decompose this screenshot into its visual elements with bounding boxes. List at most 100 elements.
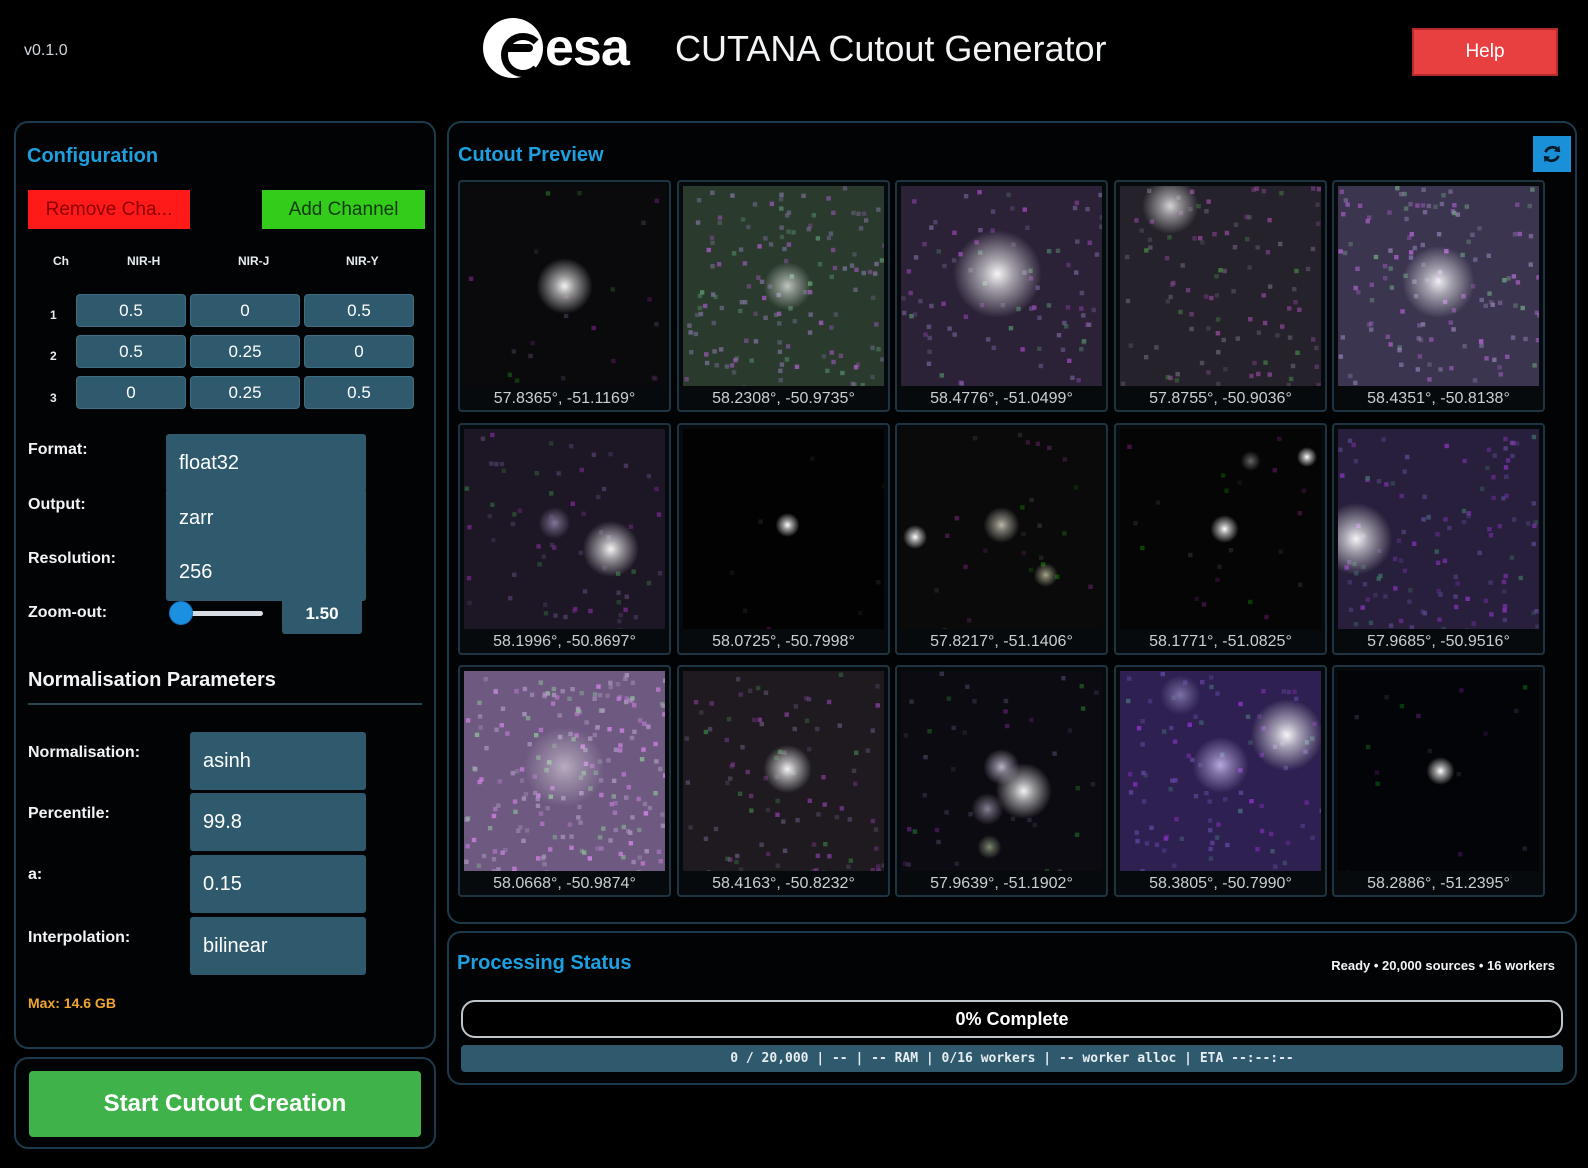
cutout-image [464, 671, 665, 871]
cutout-coordinates: 58.1771°, -51.0825° [1149, 633, 1292, 650]
cutout-coordinates: 58.1996°, -50.8697° [493, 633, 636, 650]
cutout-image [901, 186, 1102, 386]
cutout-image [901, 671, 1102, 871]
app-title: CUTANA Cutout Generator [675, 28, 1107, 69]
output-select[interactable]: zarr [166, 489, 366, 547]
cutout-thumbnail[interactable]: 58.4163°, -50.8232° [677, 665, 890, 897]
cutout-preview-panel: Cutout Preview 57.8365°, -51.1169° 58.230… [447, 121, 1577, 924]
zoom-out-slider-thumb[interactable] [169, 601, 193, 625]
add-channel-button[interactable]: Add Channel [262, 190, 425, 229]
weight-input[interactable]: 0 [76, 376, 186, 409]
cutout-coordinates: 58.4163°, -50.8232° [712, 875, 855, 892]
cutout-coordinates: 57.9685°, -50.9516° [1367, 633, 1510, 650]
interpolation-label: Interpolation: [28, 929, 131, 946]
cutout-coordinates: 58.3805°, -50.7990° [1149, 875, 1292, 892]
cutout-thumbnail[interactable]: 58.4776°, -51.0499° [895, 180, 1108, 412]
processing-stats: 0 / 20,000 | -- | -- RAM | 0/16 workers … [461, 1045, 1563, 1072]
cutout-image [1120, 186, 1321, 386]
weight-input[interactable]: 0.5 [304, 376, 414, 409]
cutout-thumbnail[interactable]: 58.2308°, -50.9735° [677, 180, 890, 412]
interpolation-select[interactable]: bilinear [190, 917, 366, 975]
cutout-coordinates: 58.2886°, -51.2395° [1367, 875, 1510, 892]
remove-channel-button[interactable]: Remove Cha... [28, 190, 190, 229]
cutout-thumbnail[interactable]: 58.0725°, -50.7998° [677, 423, 890, 655]
cutout-thumbnail[interactable]: 58.2886°, -51.2395° [1332, 665, 1545, 897]
cutout-coordinates: 57.8755°, -50.9036° [1149, 390, 1292, 407]
matrix-header-ch: Ch [53, 254, 69, 268]
refresh-icon [1543, 145, 1561, 163]
cutout-image [1120, 429, 1321, 629]
weight-input[interactable]: 0 [190, 294, 300, 327]
processing-status-title: Processing Status [457, 952, 632, 974]
matrix-header-nir-j: NIR-J [238, 254, 270, 268]
a-label: a: [28, 866, 43, 883]
cutout-image [464, 429, 665, 629]
cutout-thumbnail[interactable]: 57.8217°, -51.1406° [895, 423, 1108, 655]
percentile-input[interactable]: 99.8 [190, 793, 366, 851]
cutout-thumbnail[interactable]: 58.4351°, -50.8138° [1332, 180, 1545, 412]
cutout-coordinates: 58.0668°, -50.9874° [493, 875, 636, 892]
cutout-coordinates: 57.8365°, -51.1169° [493, 390, 636, 407]
start-panel: Start Cutout Creation [14, 1057, 436, 1149]
cutout-thumbnail[interactable]: 58.0668°, -50.9874° [458, 665, 671, 897]
cutout-thumbnail[interactable]: 57.9639°, -51.1902° [895, 665, 1108, 897]
cutout-preview-title: Cutout Preview [458, 144, 604, 166]
zoom-out-slider-track[interactable] [181, 611, 263, 616]
format-select[interactable]: float32 [166, 434, 366, 492]
resolution-label: Resolution: [28, 550, 116, 567]
section-divider [28, 703, 422, 705]
zoom-out-label: Zoom-out: [28, 604, 108, 621]
cutout-image [901, 429, 1102, 629]
esa-logo-text: esa [545, 19, 630, 77]
cutout-thumbnail[interactable]: 57.9685°, -50.9516° [1332, 423, 1545, 655]
refresh-button[interactable] [1533, 136, 1571, 172]
version-label: v0.1.0 [24, 42, 68, 59]
output-label: Output: [28, 496, 86, 513]
configuration-panel: Configuration Remove Cha... Add Channel … [14, 121, 436, 1049]
normalisation-label: Normalisation: [28, 744, 141, 761]
cutout-image [1338, 429, 1539, 629]
cutout-coordinates: 57.8217°, -51.1406° [930, 633, 1073, 650]
max-memory-note: Max: 14.6 GB [28, 995, 116, 1011]
cutout-thumbnail[interactable]: 58.3805°, -50.7990° [1114, 665, 1327, 897]
cutout-thumbnail[interactable]: 57.8755°, -50.9036° [1114, 180, 1327, 412]
weight-input[interactable]: 0.5 [76, 294, 186, 327]
cutout-image [683, 429, 884, 629]
format-label: Format: [28, 441, 88, 458]
help-button[interactable]: Help [1412, 28, 1558, 76]
normalisation-select[interactable]: asinh [190, 732, 366, 790]
configuration-title: Configuration [27, 145, 159, 167]
esa-logo: esa [483, 17, 630, 79]
cutout-image [1120, 671, 1321, 871]
cutout-coordinates: 58.4776°, -51.0499° [930, 390, 1073, 407]
cutout-image [1338, 671, 1539, 871]
weight-input[interactable]: 0.5 [304, 294, 414, 327]
resolution-input[interactable]: 256 [166, 543, 366, 601]
cutout-thumbnail[interactable]: 58.1996°, -50.8697° [458, 423, 671, 655]
a-input[interactable]: 0.15 [190, 855, 366, 913]
cutout-image [683, 671, 884, 871]
channel-row-label: 1 [50, 308, 57, 322]
cutout-image [464, 186, 665, 386]
weight-input[interactable]: 0.5 [76, 335, 186, 368]
cutout-thumbnail[interactable]: 57.8365°, -51.1169° [458, 180, 671, 412]
cutout-image [1338, 186, 1539, 386]
cutout-coordinates: 58.0725°, -50.7998° [712, 633, 855, 650]
zoom-out-value[interactable]: 1.50 [282, 594, 362, 634]
cutout-coordinates: 57.9639°, -51.1902° [930, 875, 1073, 892]
weight-input[interactable]: 0.25 [190, 335, 300, 368]
start-cutout-creation-button[interactable]: Start Cutout Creation [29, 1071, 421, 1137]
cutout-coordinates: 58.2308°, -50.9735° [712, 390, 855, 407]
progress-label: 0% Complete [955, 1008, 1069, 1029]
matrix-header-nir-h: NIR-H [127, 254, 161, 268]
weight-input[interactable]: 0.25 [190, 376, 300, 409]
percentile-label: Percentile: [28, 805, 110, 822]
cutout-image [683, 186, 884, 386]
channel-row-label: 3 [50, 391, 57, 405]
processing-status-panel: Processing Status Ready • 20,000 sources… [447, 931, 1577, 1085]
channel-row-label: 2 [50, 349, 57, 363]
cutout-thumbnail[interactable]: 58.1771°, -51.0825° [1114, 423, 1327, 655]
weight-input[interactable]: 0 [304, 335, 414, 368]
normalisation-title: Normalisation Parameters [28, 669, 276, 691]
matrix-header-nir-y: NIR-Y [346, 254, 379, 268]
